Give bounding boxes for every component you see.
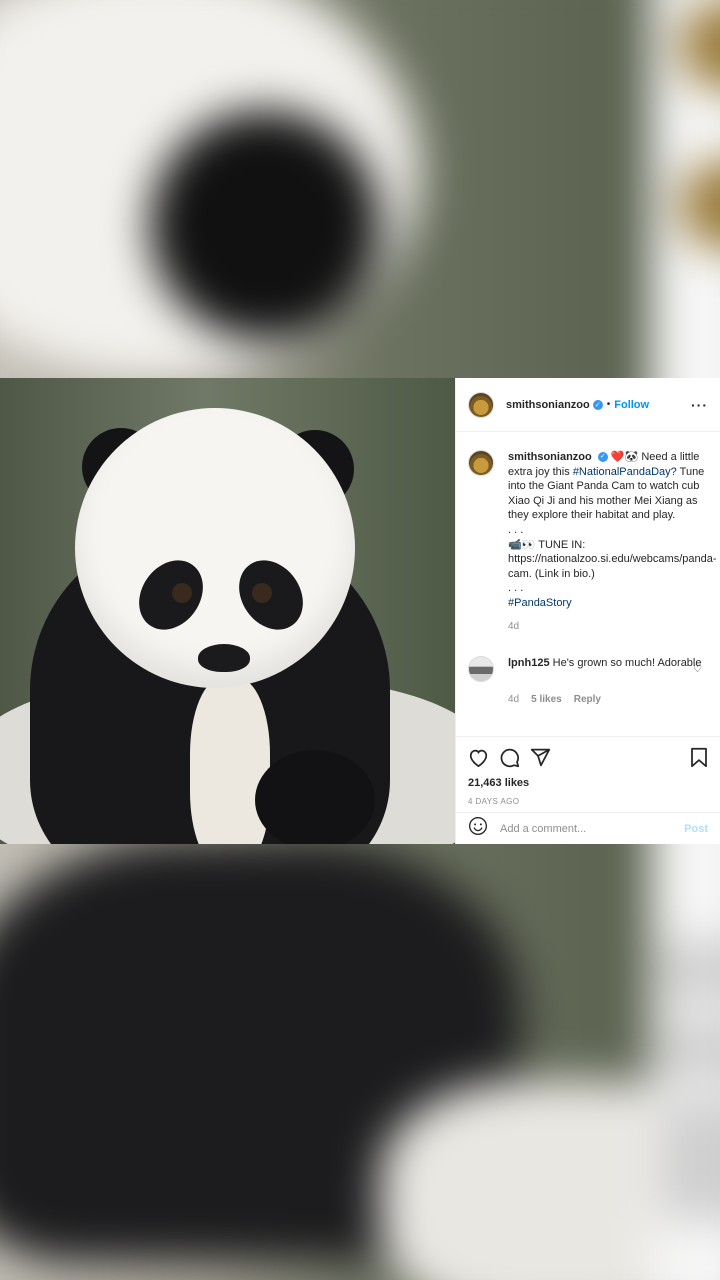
verified-badge-icon: ✓ xyxy=(592,399,603,410)
bookmark-icon[interactable] xyxy=(690,747,708,768)
post-username[interactable]: smithsonianzoo xyxy=(506,399,590,411)
caption-avatar[interactable] xyxy=(468,450,494,476)
comment-icon[interactable] xyxy=(499,747,520,768)
separator-dot: • xyxy=(606,399,611,410)
caption-emojis: ❤️🐼 xyxy=(610,451,639,463)
caption-time: 4d xyxy=(508,620,520,632)
caption-dots: . . . xyxy=(508,523,524,536)
post-actions: 21,463 likes 4 DAYS AGO xyxy=(456,736,720,812)
hashtag-link[interactable]: #PandaStory xyxy=(508,596,708,611)
post-header: smithsonianzoo ✓ • Follow ··· xyxy=(456,378,720,432)
likes-count[interactable]: 21,463 likes xyxy=(468,777,708,789)
comment: lpnh125 He's grown so much! Adorable ♡ xyxy=(468,655,708,682)
caption: smithsonianzoo ✓ ❤️🐼 Need a little extra… xyxy=(468,450,717,611)
post-sidebar: smithsonianzoo ✓ • Follow ··· smithsonia… xyxy=(455,378,720,844)
comments-section[interactable]: smithsonianzoo ✓ ❤️🐼 Need a little extra… xyxy=(456,432,720,736)
comment-time: 4d xyxy=(508,693,520,705)
more-icon[interactable]: ··· xyxy=(691,397,708,413)
post-photo[interactable] xyxy=(0,378,455,844)
caption-username[interactable]: smithsonianzoo xyxy=(508,451,592,463)
emoji-icon[interactable] xyxy=(468,816,488,841)
avatar[interactable] xyxy=(468,391,494,418)
comment-likes[interactable]: 5 likes xyxy=(531,694,562,705)
add-comment-input[interactable]: Add a comment... xyxy=(500,823,684,835)
comment-meta: 4d 5 likes Reply xyxy=(508,694,708,705)
caption-tune-in: 📹👀 TUNE IN: https://nationalzoo.si.edu/w… xyxy=(508,538,717,580)
heart-icon[interactable] xyxy=(468,748,489,767)
commenter-username[interactable]: lpnh125 xyxy=(508,657,550,669)
reply-button[interactable]: Reply xyxy=(574,694,601,705)
add-comment-bar: Add a comment... Post xyxy=(456,812,720,844)
caption-dots: . . . xyxy=(508,582,524,595)
commenter-avatar[interactable] xyxy=(468,655,494,682)
verified-badge-icon: ✓ xyxy=(597,452,608,463)
comment-like-heart-icon[interactable]: ♡ xyxy=(693,664,702,675)
post-comment-button[interactable]: Post xyxy=(684,823,708,835)
comment-text: He's grown so much! Adorable xyxy=(552,656,702,669)
post-timestamp: 4 DAYS AGO xyxy=(468,797,520,806)
share-icon[interactable] xyxy=(530,747,551,768)
follow-button[interactable]: Follow xyxy=(614,399,649,411)
hashtag-link[interactable]: #NationalPandaDay? xyxy=(573,466,677,478)
post-dialog: smithsonianzoo ✓ • Follow ··· smithsonia… xyxy=(0,378,720,844)
